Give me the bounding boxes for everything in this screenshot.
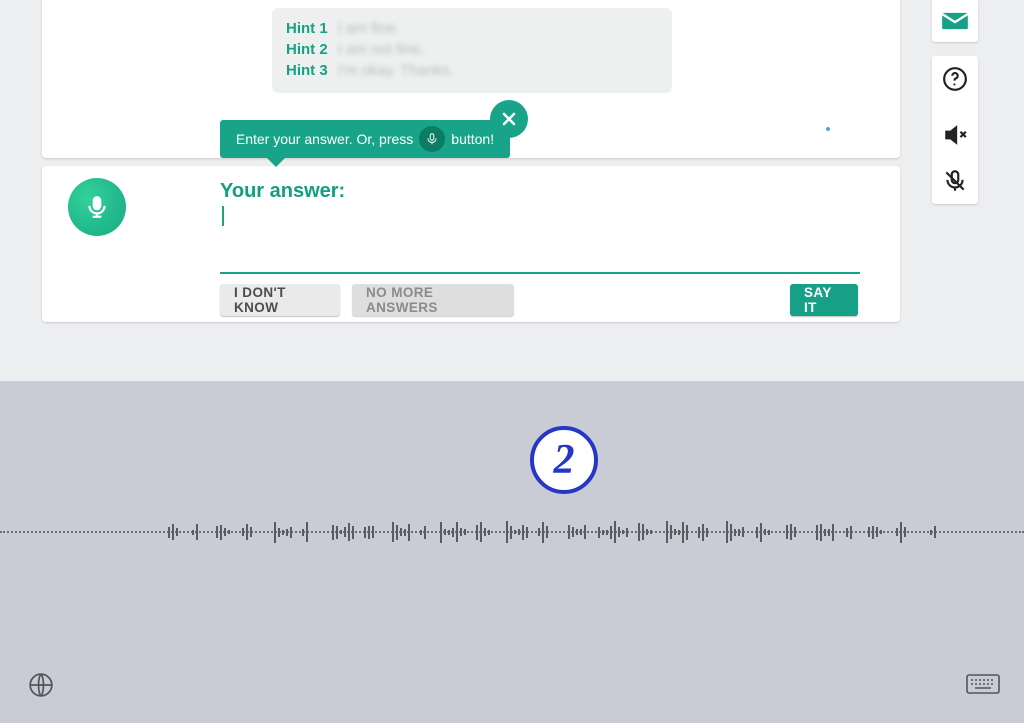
hint-label-1: Hint 1	[286, 18, 328, 39]
mute-mic-button[interactable]	[932, 158, 978, 204]
speaker-mute-icon	[942, 122, 968, 148]
help-button[interactable]	[932, 56, 978, 102]
hints-box: Hint 1 I am fine. Hint 2 I am not fine. …	[272, 8, 672, 93]
mail-icon	[941, 11, 969, 31]
waveform	[168, 515, 952, 549]
answer-underline	[220, 272, 860, 274]
help-icon	[942, 66, 968, 92]
keyboard-button[interactable]	[966, 672, 1000, 696]
countdown-badge: 2	[530, 426, 598, 494]
say-it-button[interactable]: SAY IT	[790, 284, 858, 316]
recorder-area	[0, 381, 1024, 723]
globe-icon	[28, 672, 54, 698]
language-button[interactable]	[28, 672, 54, 698]
hint-text-3: I'm okay. Thanks.	[338, 60, 454, 81]
hint-label-3: Hint 3	[286, 60, 328, 81]
hint-row-3: Hint 3 I'm okay. Thanks.	[286, 60, 658, 81]
microphone-icon	[419, 126, 445, 152]
keyboard-icon	[966, 672, 1000, 696]
microphone-off-icon	[942, 168, 968, 194]
record-button[interactable]	[68, 178, 126, 236]
no-more-answers-button[interactable]: NO MORE ANSWERS	[352, 284, 514, 316]
hint-label-2: Hint 2	[286, 39, 328, 60]
mute-sound-button[interactable]	[932, 112, 978, 158]
indicator-dot	[826, 127, 830, 131]
input-tooltip: Enter your answer. Or, press button!	[220, 120, 510, 158]
hint-row-1: Hint 1 I am fine.	[286, 18, 658, 39]
mail-button[interactable]	[932, 0, 978, 42]
close-tooltip-button[interactable]	[490, 100, 528, 138]
i-dont-know-button[interactable]: I DON'T KNOW	[220, 284, 340, 316]
answer-heading: Your answer:	[220, 180, 345, 203]
hint-text-2: I am not fine.	[338, 39, 425, 60]
tooltip-text-before: Enter your answer. Or, press	[236, 131, 413, 147]
tooltip-text-after: button!	[451, 131, 494, 147]
answer-input[interactable]	[222, 206, 224, 226]
hint-row-2: Hint 2 I am not fine.	[286, 39, 658, 60]
hint-text-1: I am fine.	[338, 18, 400, 39]
